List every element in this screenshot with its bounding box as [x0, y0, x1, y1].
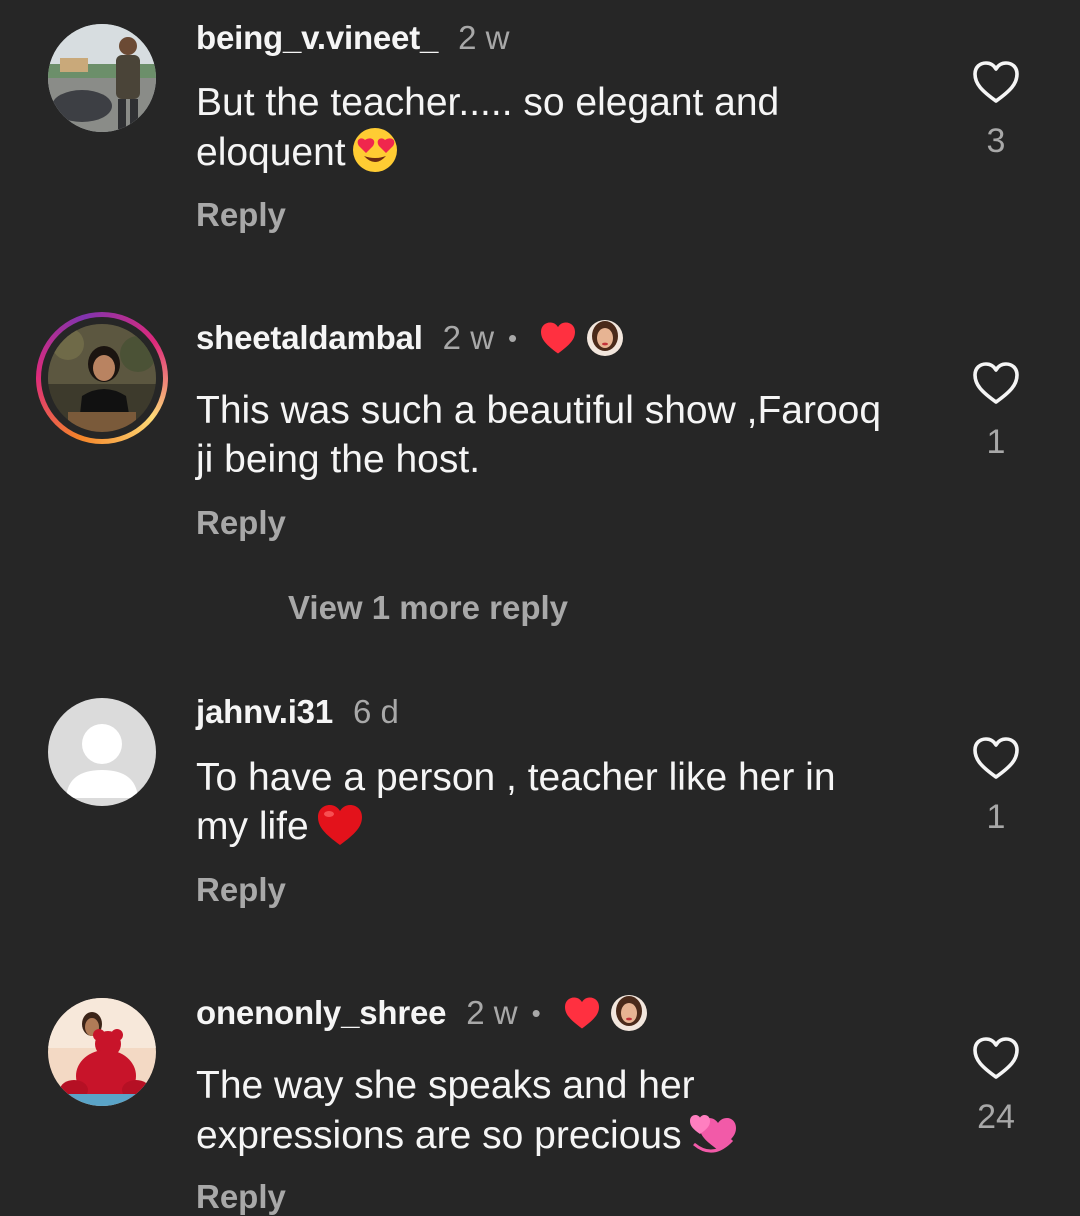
story-ring[interactable] [36, 312, 168, 444]
timestamp: 6 d [352, 693, 399, 730]
separator-dot: • [531, 997, 541, 1028]
heart-outline-icon[interactable] [955, 1036, 1037, 1080]
timestamp: 2 w [442, 319, 495, 356]
comment-meta: onenonly_shree 2 w • [196, 991, 647, 1035]
avatar[interactable] [48, 998, 156, 1106]
comment-body: This was such a beautiful show ,Farooq j… [196, 389, 882, 481]
comment-meta: being_v.vineet_ 2 w [196, 16, 510, 60]
creator-avatar [610, 995, 647, 1031]
comment-meta: jahnv.i31 6 d [196, 690, 399, 734]
avatar[interactable] [48, 324, 156, 432]
creator-liked-heart-icon [563, 996, 601, 1030]
username[interactable]: onenonly_shree [196, 994, 446, 1032]
revolving-hearts-emoji [688, 1110, 738, 1168]
avatar[interactable] [48, 24, 156, 132]
creator-avatar [587, 320, 624, 356]
like-button[interactable]: 24 [955, 1036, 1037, 1137]
username[interactable]: being_v.vineet_ [196, 19, 438, 57]
comment-body: The way she speaks and her expressions a… [196, 1064, 695, 1157]
comment-meta: sheetaldambal 2 w • [196, 316, 624, 360]
like-button[interactable]: 3 [955, 60, 1037, 161]
red-heart-emoji [315, 803, 365, 859]
like-count: 3 [986, 122, 1006, 160]
comment-text: But the teacher..... so elegant and eloq… [196, 78, 896, 185]
reply-button[interactable]: Reply [196, 504, 286, 542]
like-count: 1 [986, 798, 1006, 836]
heart-outline-icon[interactable] [955, 361, 1037, 405]
like-count: 24 [977, 1098, 1015, 1136]
comment-text: This was such a beautiful show ,Farooq j… [196, 386, 896, 484]
reply-button[interactable]: Reply [196, 1178, 286, 1216]
comment-text: To have a person , teacher like her in m… [196, 753, 896, 859]
like-button[interactable]: 1 [955, 736, 1037, 837]
heart-outline-icon[interactable] [955, 60, 1037, 104]
comment-text: The way she speaks and her expressions a… [196, 1061, 896, 1168]
comment-body: To have a person , teacher like her in m… [196, 756, 836, 848]
username[interactable]: jahnv.i31 [196, 693, 333, 731]
like-button[interactable]: 1 [955, 361, 1037, 462]
avatar[interactable] [48, 698, 156, 806]
view-more-replies-button[interactable]: View 1 more reply [288, 589, 568, 627]
like-count: 1 [986, 423, 1006, 461]
reply-button[interactable]: Reply [196, 196, 286, 234]
creator-liked-heart-icon [539, 321, 577, 355]
username[interactable]: sheetaldambal [196, 319, 423, 357]
comment-body: But the teacher..... so elegant and eloq… [196, 81, 780, 174]
separator-dot: • [508, 322, 518, 353]
timestamp: 2 w [458, 19, 510, 56]
heart-eyes-emoji [352, 127, 398, 185]
heart-outline-icon[interactable] [955, 736, 1037, 780]
timestamp: 2 w [466, 994, 518, 1031]
reply-button[interactable]: Reply [196, 871, 286, 909]
